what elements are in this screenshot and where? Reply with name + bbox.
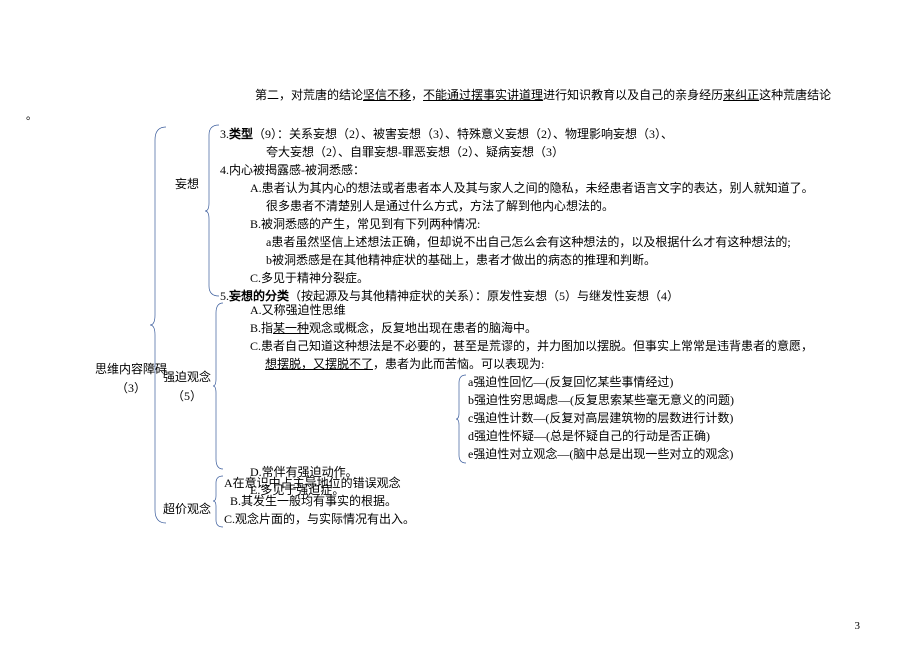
top-continuation-text: 第二，对荒唐的结论坚信不移，不能通过摆事实讲道理进行知识教育以及自己的亲身经历来…	[255, 86, 831, 105]
qiangpo-sub-b: b强迫性穷思竭虑—(反复思索某些毫无意义的问题)	[220, 391, 813, 409]
qiangpo-lineB: B.指某一种观念或概念，反复地出现在患者的脑海中。	[220, 319, 813, 337]
wangxiang-line4: 4.内心被揭露感-被洞悉感：	[220, 161, 814, 179]
wangxiang-line4a: A.患者认为其内心的想法或者患者本人及其与家人之间的隐私，未经患者语言文字的表达…	[220, 179, 814, 197]
qiangpo-sub-e: e强迫性对立观念—(脑中总是出现一些对立的观念)	[220, 445, 813, 463]
wangxiang-types: 3.类型（9）：关系妄想（2）、被害妄想（3）、特殊意义妄想（2）、物理影响妄想…	[220, 125, 814, 143]
wangxiang-block: 3.类型（9）：关系妄想（2）、被害妄想（3）、特殊意义妄想（2）、物理影响妄想…	[220, 125, 814, 305]
stray-period: 。	[26, 108, 37, 126]
wangxiang-line4a2: 很多患者不清楚别人是通过什么方式，方法了解到他内心想法的。	[220, 197, 814, 215]
chaoji-lineC: C.观念片面的，与实际情况有出入。	[220, 510, 415, 528]
sub-label-wangxiang: 妄想	[175, 175, 199, 194]
chaoji-lineB: B.其发生一般均有事实的根据。	[220, 492, 415, 510]
wangxiang-line4b1: a患者虽然坚信上述想法正确，但却说不出自己怎么会有这种想法的，以及根据什么才有这…	[220, 233, 814, 251]
chaoji-block: A在意识中占主导地位的错误观念 B.其发生一般均有事实的根据。 C.观念片面的，…	[220, 474, 415, 528]
qiangpo-lineA: A.又称强迫性思维	[220, 301, 813, 319]
qiangpo-sub-d: d强迫性怀疑—(总是怀疑自己的行动是否正确)	[220, 427, 813, 445]
sub1-bracket	[205, 123, 221, 298]
main-bracket	[150, 125, 168, 525]
chaoji-lineA: A在意识中占主导地位的错误观念	[220, 474, 415, 492]
qiangpo-lineC: C.患者自己知道这种想法是不必要的，甚至是荒谬的，并力图加以摆脱。但事实上常常是…	[220, 337, 813, 355]
main-category-label: 思维内容障碍 （3）	[95, 360, 167, 398]
wangxiang-types-cont: 夸大妄想（2）、自罪妄想-罪恶妄想（2）、疑病妄想（3）	[220, 143, 814, 161]
qiangpo-lineC2: 想摆脱，又摆脱不了，患者为此而苦恼。可以表现为:	[220, 355, 813, 373]
qiangpo-sub-a: a强迫性回忆—(反复回忆某些事情经过)	[220, 373, 813, 391]
page-number: 3	[855, 618, 861, 636]
sub-label-chaoji: 超价观念	[163, 500, 211, 519]
wangxiang-line4c: C.多见于精神分裂症。	[220, 269, 814, 287]
qiangpo-block: A.又称强迫性思维 B.指某一种观念或概念，反复地出现在患者的脑海中。 C.患者…	[220, 301, 813, 499]
qiangpo-sub-c: c强迫性计数—(反复对高层建筑物的层数进行计数)	[220, 409, 813, 427]
document-content: 第二，对荒唐的结论坚信不移，不能通过摆事实讲道理进行知识教育以及自己的亲身经历来…	[20, 20, 900, 610]
sub-label-qiangpo: 强迫观念 （5）	[163, 368, 211, 406]
wangxiang-line4b2: b被洞悉感是在其他精神症状的基础上，患者才做出的病态的推理和判断。	[220, 251, 814, 269]
wangxiang-line4b: B.被洞悉感的产生，常见到有下列两种情况:	[220, 215, 814, 233]
